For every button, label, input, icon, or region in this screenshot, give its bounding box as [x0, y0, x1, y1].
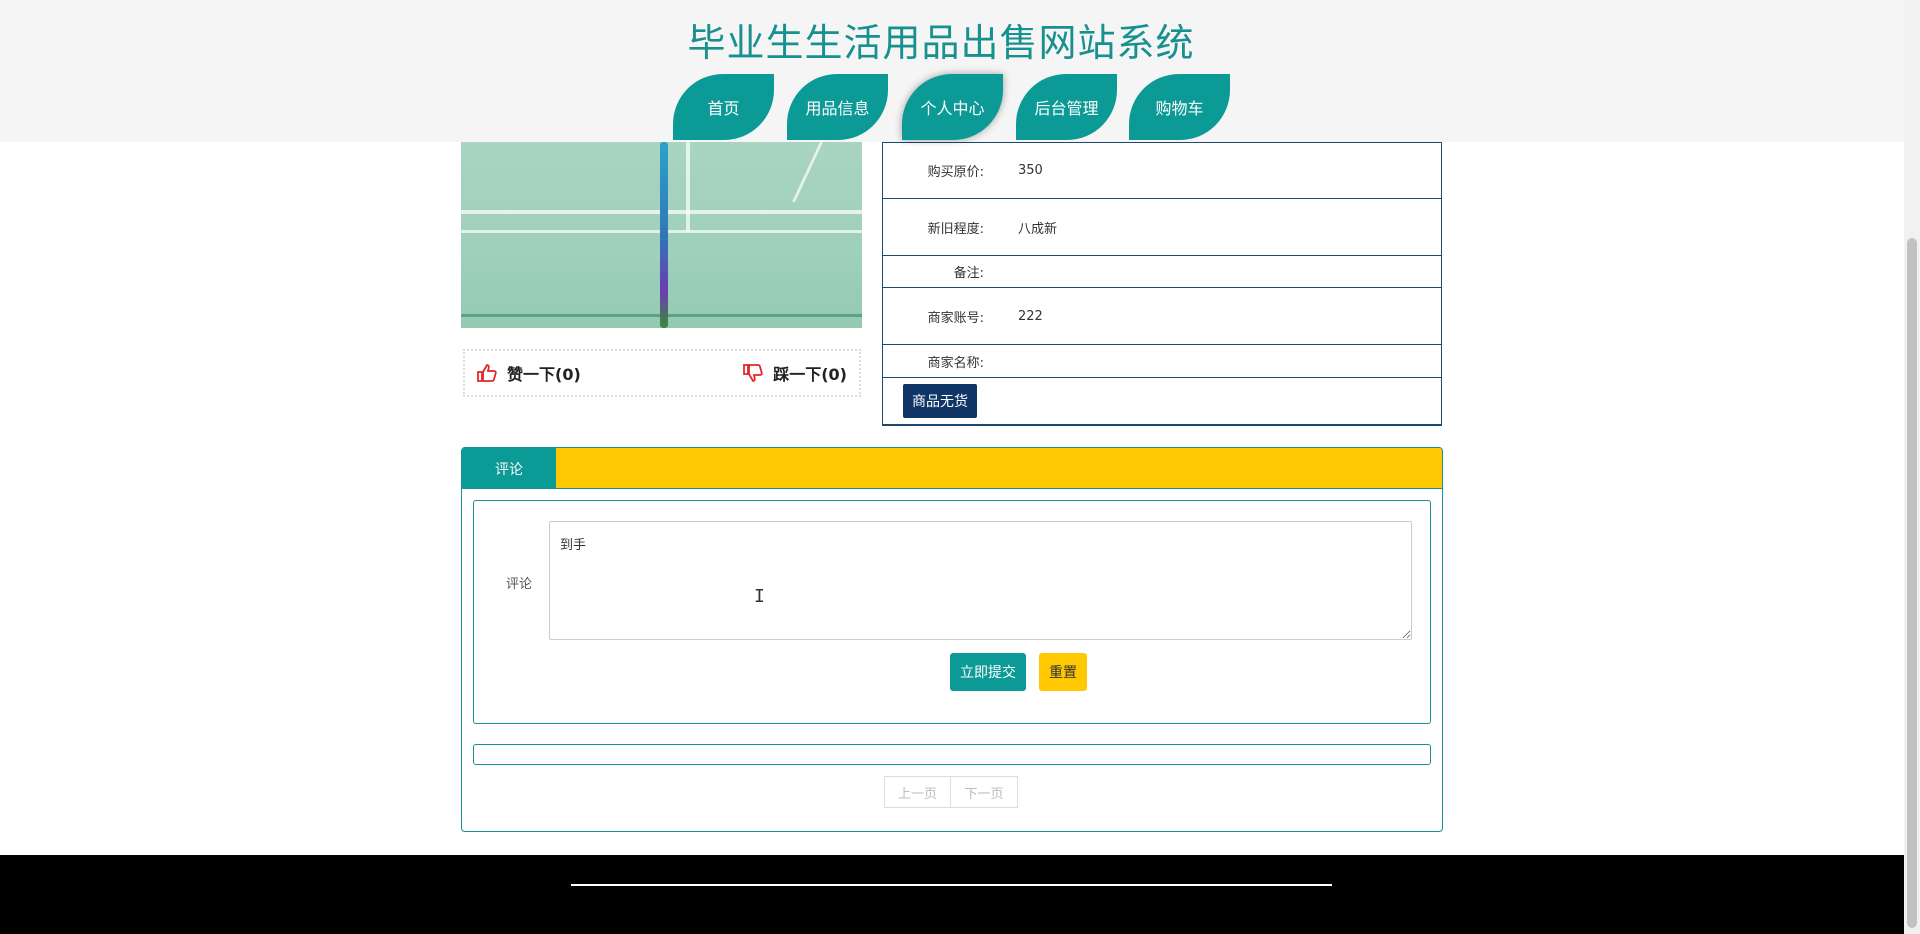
site-title: 毕业生生活用品出售网站系统 — [687, 21, 1195, 65]
pagination: 上一页 下一页 — [884, 776, 1018, 808]
footer — [0, 855, 1904, 934]
info-value: 222 — [1018, 308, 1043, 324]
nav-products[interactable]: 用品信息 — [787, 74, 888, 140]
info-label: 购买原价: — [927, 165, 984, 180]
tab-bar: 评论 — [462, 448, 1442, 489]
nav-admin[interactable]: 后台管理 — [1016, 74, 1117, 140]
nav-personal-center[interactable]: 个人中心 — [902, 74, 1003, 140]
reset-button[interactable]: 重置 — [1039, 653, 1087, 691]
info-row-merchant-name: 商家名称: — [883, 345, 1441, 378]
footer-divider — [571, 884, 1332, 886]
nav-home[interactable]: 首页 — [673, 74, 774, 140]
like-button[interactable]: 赞一下(0) — [477, 361, 581, 385]
comment-textarea[interactable]: 到手 — [549, 521, 1412, 640]
like-bar: 赞一下(0) 踩一下(0) — [463, 349, 861, 397]
comment-label: 评论 — [506, 577, 533, 592]
next-page-button[interactable]: 下一页 — [951, 776, 1018, 808]
info-label: 商家名称: — [927, 355, 984, 371]
dislike-label: 踩一下(0) — [773, 365, 847, 384]
scroll-thumb[interactable] — [1907, 238, 1917, 928]
info-value: 350 — [1018, 163, 1043, 178]
racket-graphic — [660, 142, 668, 328]
info-row-actions: 商品无货 — [883, 378, 1441, 424]
comment-form: 评论 到手 立即提交 重置 — [473, 500, 1431, 724]
submit-button[interactable]: 立即提交 — [950, 653, 1026, 691]
info-row-condition: 新旧程度: 八成新 — [883, 199, 1441, 256]
thumbs-down-icon — [743, 364, 763, 382]
out-of-stock-button[interactable]: 商品无货 — [903, 384, 977, 418]
nav-cart[interactable]: 购物车 — [1129, 74, 1230, 140]
comment-list — [473, 744, 1431, 765]
site-header: 毕业生生活用品出售网站系统 首页 用品信息 个人中心 后台管理 购物车 — [0, 0, 1904, 142]
info-row-remark: 备注: — [883, 256, 1441, 288]
product-image — [461, 142, 862, 328]
info-row-merchant-account: 商家账号: 222 — [883, 288, 1441, 345]
text-cursor-icon: I — [754, 586, 765, 607]
thumbs-up-icon — [477, 364, 497, 382]
info-value: 八成新 — [1018, 221, 1058, 237]
prev-page-button[interactable]: 上一页 — [884, 776, 951, 808]
info-label: 商家账号: — [927, 310, 984, 326]
comment-panel: 评论 评论 到手 立即提交 重置 上一页 下一页 — [461, 447, 1443, 832]
tab-comments[interactable]: 评论 — [462, 448, 556, 489]
page-scrollbar[interactable] — [1904, 0, 1920, 934]
info-label: 备注: — [953, 266, 984, 281]
info-label: 新旧程度: — [927, 221, 984, 237]
product-info-table: 购买原价: 350 新旧程度: 八成新 备注: 商家账号: 222 商家名称: … — [882, 142, 1442, 426]
dislike-button[interactable]: 踩一下(0) — [743, 361, 847, 385]
info-row-price: 购买原价: 350 — [883, 142, 1441, 199]
like-label: 赞一下(0) — [507, 365, 581, 384]
